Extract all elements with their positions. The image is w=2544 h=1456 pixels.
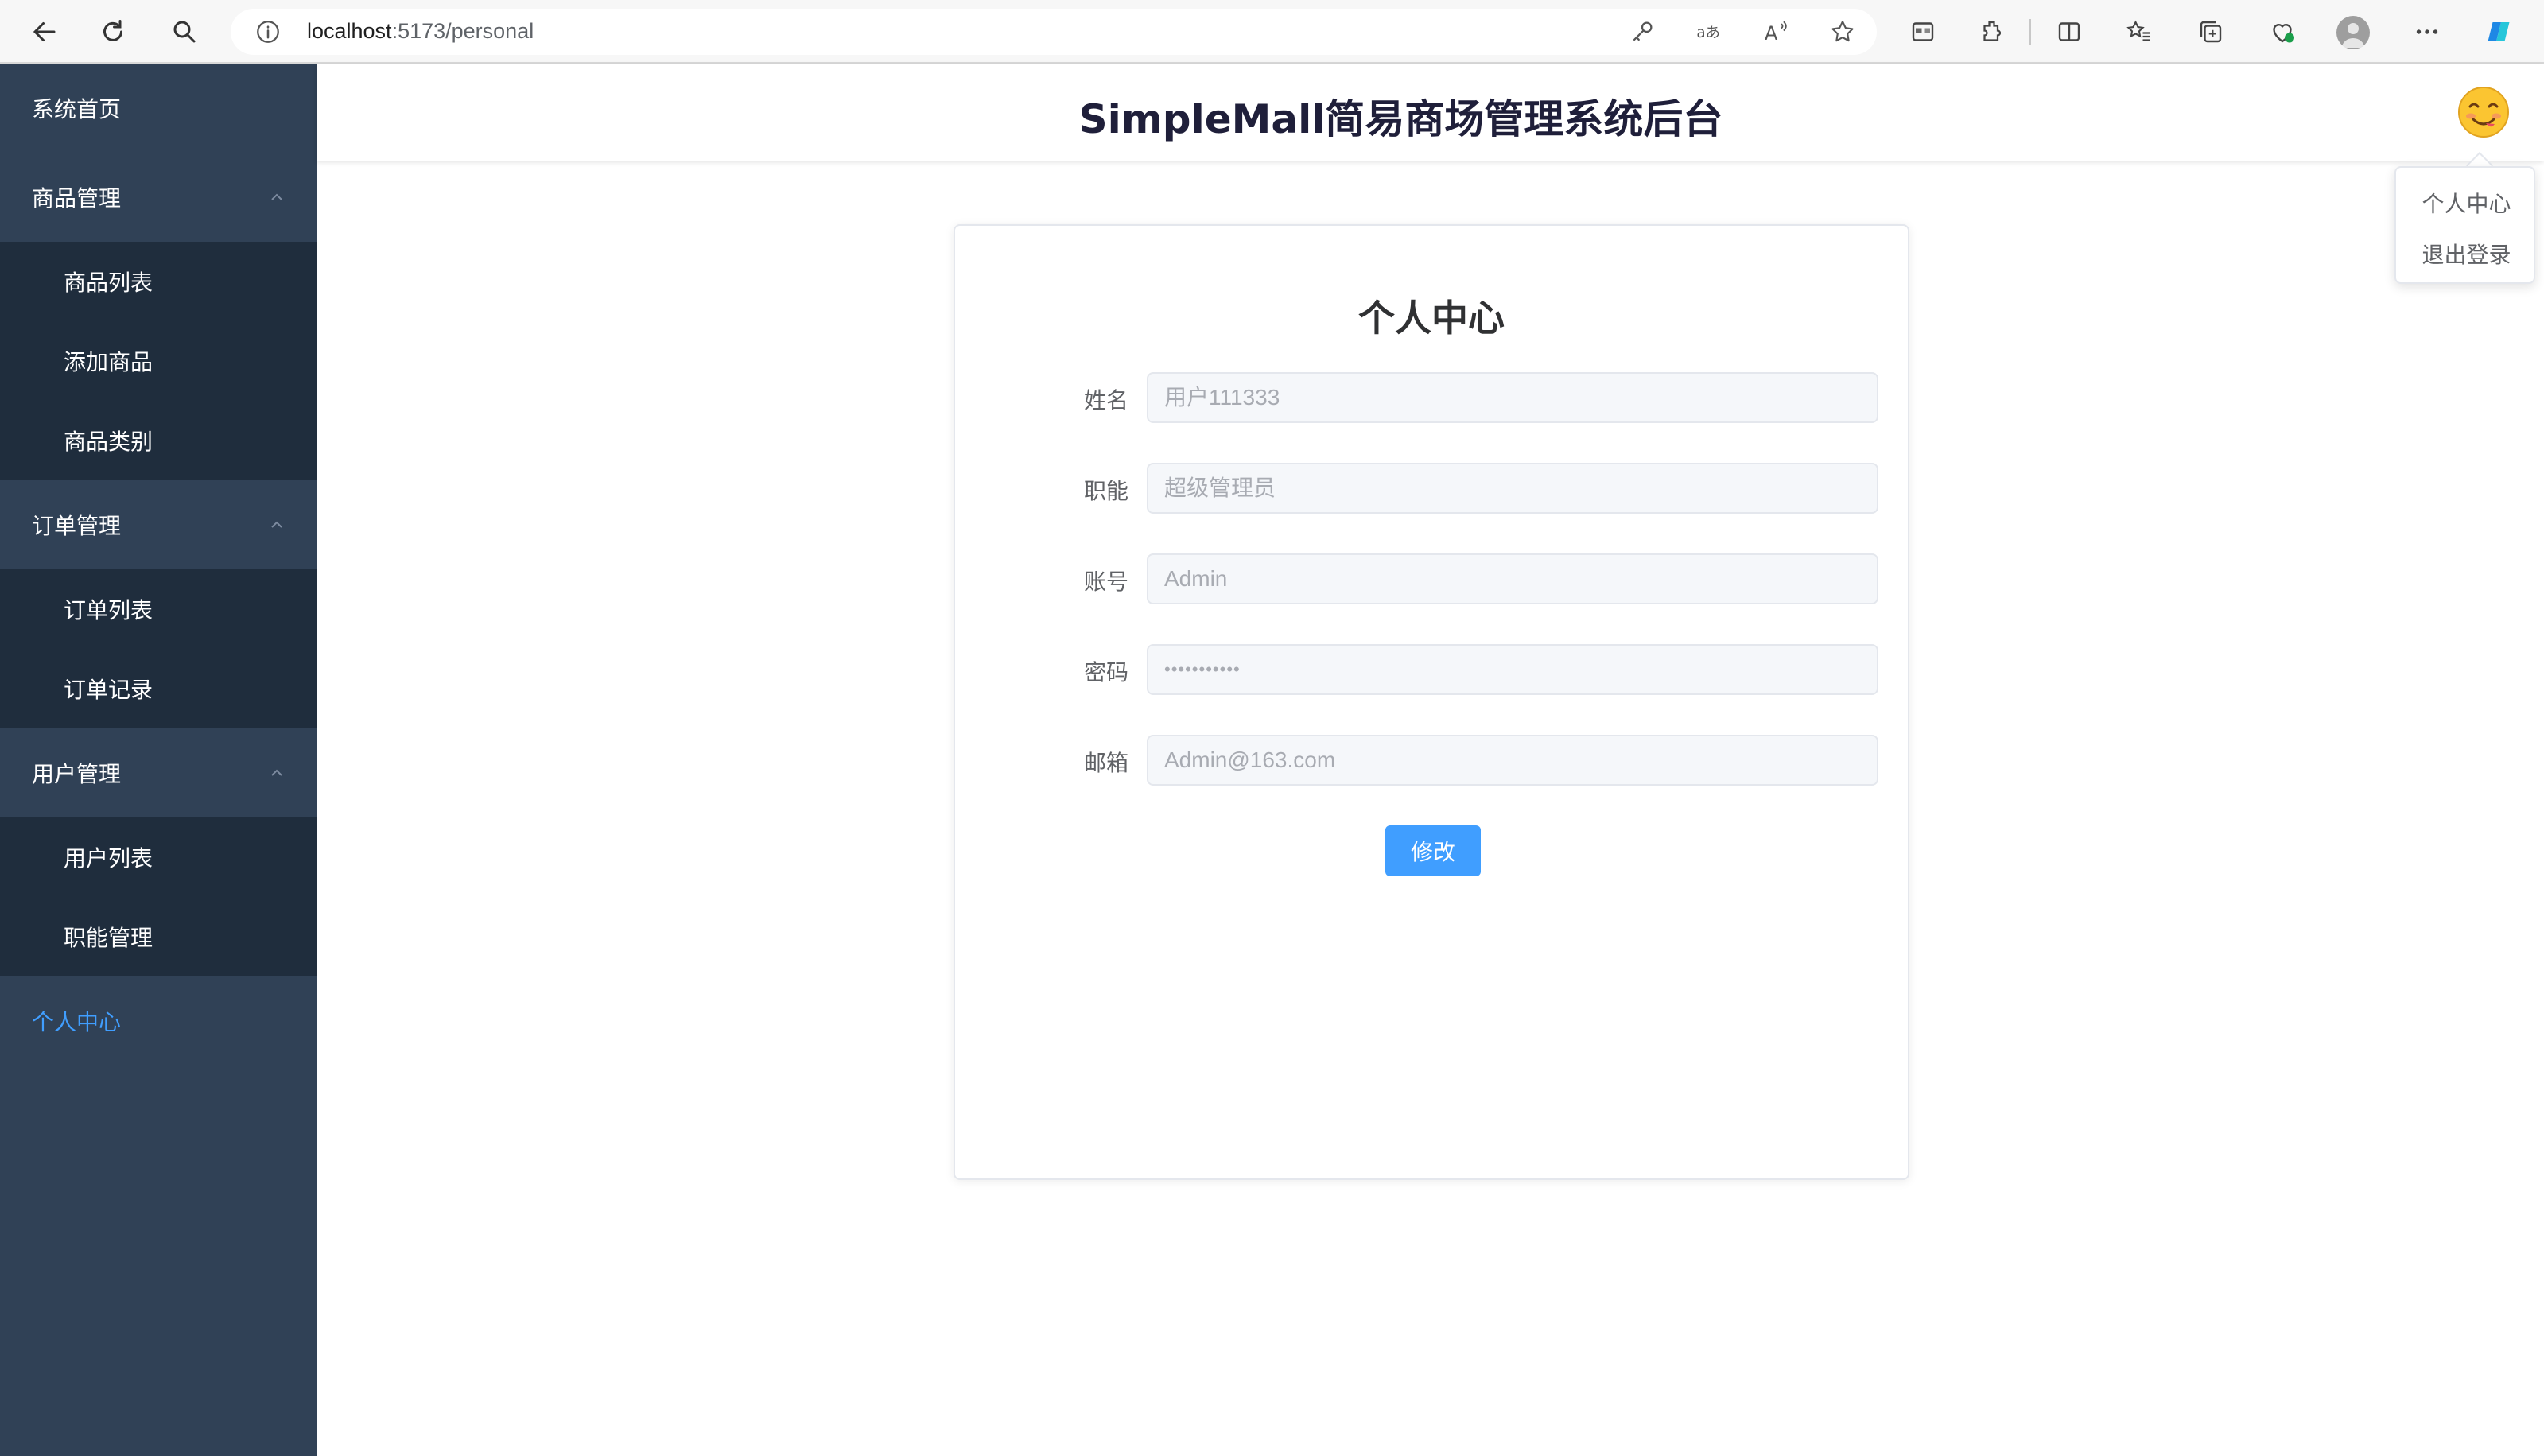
sidebar-item-product-category[interactable]: 商品类别	[0, 401, 317, 480]
email-field[interactable]: Admin@163.com	[1147, 735, 1878, 786]
sidebar-item-order-records[interactable]: 订单记录	[0, 649, 317, 728]
dropdown-item-logout[interactable]: 退出登录	[2396, 238, 2537, 270]
address-bar[interactable]: localhost:5173/personal aあ A	[231, 9, 1877, 55]
card-title: 个人中心	[1358, 297, 1505, 340]
translate-icon[interactable]: aあ	[1695, 18, 1723, 45]
account-label: 账号	[1083, 569, 1128, 595]
modify-button[interactable]: 修改	[1385, 825, 1481, 876]
chevron-up-icon	[271, 521, 282, 528]
favorite-star-icon[interactable]	[1829, 18, 1856, 45]
sidebar-group-label: 用户管理	[32, 761, 122, 787]
personal-center-card: 个人中心 姓名 用户111333 职能 超级管理员 账号 Admin 密码 ••…	[954, 224, 1909, 1180]
browser-essentials-icon[interactable]	[2265, 14, 2300, 49]
site-info-icon[interactable]	[254, 18, 282, 45]
svg-text:A: A	[1765, 22, 1778, 45]
sidebar-group-orders[interactable]: 订单管理	[0, 480, 317, 569]
sidebar: 系统首页 商品管理 商品列表 添加商品 商品类别 订单管理 订单列表 订单记录 …	[0, 64, 317, 1456]
url-path: :5173/personal	[391, 19, 534, 43]
chevron-up-icon	[271, 769, 282, 776]
role-label: 职能	[1083, 478, 1128, 504]
name-label: 姓名	[1083, 387, 1128, 414]
split-screen-icon[interactable]	[2052, 14, 2087, 49]
site-title: SimpleMall简易商场管理系统后台	[1078, 96, 1723, 142]
chevron-up-icon	[271, 193, 282, 200]
browser-toolbar: localhost:5173/personal aあ A	[0, 0, 2544, 64]
sidebar-item-home[interactable]: 系统首页	[0, 64, 317, 153]
dropdown-item-personal-center[interactable]: 个人中心	[2396, 187, 2537, 219]
role-field[interactable]: 超级管理员	[1147, 463, 1878, 514]
sidebar-item-personal-center[interactable]: 个人中心	[0, 976, 317, 1066]
password-label: 密码	[1083, 659, 1128, 685]
extensions-icon[interactable]	[1975, 14, 2010, 49]
sidebar-group-label: 订单管理	[32, 513, 122, 539]
search-icon[interactable]	[167, 14, 202, 49]
app-header: SimpleMall简易商场管理系统后台	[317, 64, 2544, 161]
sidebar-item-order-list[interactable]: 订单列表	[0, 569, 317, 649]
refresh-icon[interactable]	[95, 14, 130, 49]
email-label: 邮箱	[1083, 750, 1128, 776]
sidebar-group-label: 商品管理	[32, 185, 122, 212]
url-host: localhost	[307, 19, 392, 43]
profile-avatar-icon[interactable]	[2336, 16, 2370, 49]
sidebar-group-users[interactable]: 用户管理	[0, 728, 317, 817]
favorites-list-icon[interactable]	[2122, 14, 2157, 49]
sidebar-item-user-list[interactable]: 用户列表	[0, 817, 317, 897]
account-field[interactable]: Admin	[1147, 553, 1878, 604]
sidebar-item-product-list[interactable]: 商品列表	[0, 242, 317, 321]
sidebar-item-add-product[interactable]: 添加商品	[0, 321, 317, 401]
user-avatar-emoji-icon[interactable]	[2456, 84, 2511, 140]
sidebar-item-role-management[interactable]: 职能管理	[0, 897, 317, 976]
toolbar-separator	[2029, 19, 2031, 45]
password-field[interactable]: •••••••••••	[1147, 644, 1878, 695]
back-arrow-icon[interactable]	[27, 14, 62, 49]
url-text[interactable]: localhost:5173/personal	[307, 19, 534, 44]
read-aloud-icon[interactable]: A	[1762, 18, 1789, 45]
key-icon[interactable]	[1629, 18, 1656, 45]
svg-text:aあ: aあ	[1696, 25, 1720, 41]
copilot-icon[interactable]	[2481, 14, 2516, 49]
more-options-icon[interactable]	[2410, 14, 2445, 49]
app-icon[interactable]	[1905, 14, 1940, 49]
user-dropdown-menu: 个人中心 退出登录	[2394, 166, 2535, 284]
collections-icon[interactable]	[2193, 14, 2228, 49]
sidebar-group-products[interactable]: 商品管理	[0, 153, 317, 242]
name-field[interactable]: 用户111333	[1147, 372, 1878, 423]
